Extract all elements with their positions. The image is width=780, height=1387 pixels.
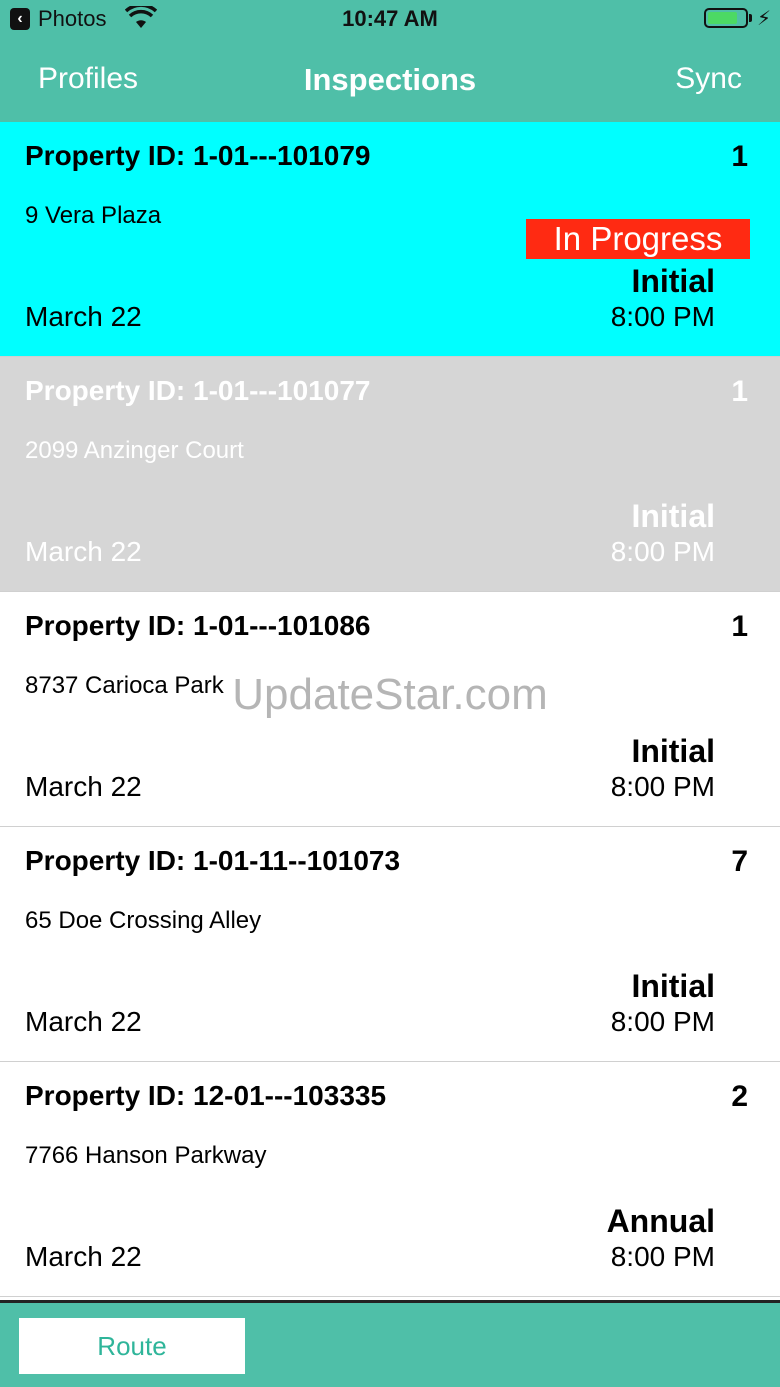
battery-icon (704, 8, 748, 28)
property-address: 9 Vera Plaza (25, 202, 162, 229)
page-title: Inspections (303, 62, 477, 97)
inspection-type: Initial (631, 263, 715, 299)
inspection-row[interactable]: Property ID: 1-01---101077 1 2099 Anzing… (0, 357, 780, 592)
inspection-time: 8:00 PM (610, 301, 715, 332)
item-count: 1 (731, 375, 748, 408)
charging-bolt-icon: ⚡ (757, 8, 772, 30)
inspection-date: March 22 (25, 536, 142, 567)
inspection-type: Initial (631, 968, 715, 1004)
status-time: 10:47 AM (342, 6, 438, 31)
inspection-type: Initial (631, 498, 715, 534)
property-id: Property ID: 1-01-11--101073 (25, 845, 401, 876)
inspection-date: March 22 (25, 301, 142, 332)
property-id: Property ID: 1-01---101077 (25, 375, 371, 406)
inspection-time: 8:00 PM (610, 771, 715, 802)
navigation-bar: Profiles Inspections Sync (0, 40, 780, 122)
inspection-time: 8:00 PM (610, 1006, 715, 1037)
bottom-toolbar: Route (0, 1300, 780, 1387)
inspection-time: 8:00 PM (610, 1241, 715, 1272)
route-button[interactable]: Route (19, 1318, 245, 1374)
item-count: 1 (731, 140, 748, 173)
status-badge: In Progress (526, 219, 750, 259)
sync-button[interactable]: Sync (675, 62, 742, 96)
watermark: UpdateStar.com (232, 670, 548, 719)
property-address: 2099 Anzinger Court (25, 437, 244, 464)
battery-tip (749, 14, 752, 22)
inspection-row[interactable]: Property ID: 1-01---101079 1 9 Vera Plaz… (0, 122, 780, 357)
inspection-date: March 22 (25, 771, 142, 802)
inspection-row[interactable]: Property ID: 12-01---103335 2 7766 Hanso… (0, 1062, 780, 1297)
item-count: 7 (731, 845, 748, 878)
property-id: Property ID: 1-01---101086 (25, 610, 371, 641)
inspection-date: March 22 (25, 1241, 142, 1272)
status-bar: ‹ Photos 10:47 AM ⚡ (0, 0, 780, 40)
inspection-row[interactable]: Property ID: 1-01-11--101073 7 65 Doe Cr… (0, 827, 780, 1062)
item-count: 2 (731, 1080, 748, 1113)
inspection-type: Annual (606, 1203, 715, 1239)
property-address: 7766 Hanson Parkway (25, 1142, 267, 1169)
inspection-type: Initial (631, 733, 715, 769)
property-id: Property ID: 12-01---103335 (25, 1080, 387, 1111)
property-id: Property ID: 1-01---101079 (25, 140, 371, 171)
property-address: 65 Doe Crossing Alley (25, 907, 262, 934)
battery-fill (708, 12, 737, 24)
inspection-time: 8:00 PM (610, 536, 715, 567)
item-count: 1 (731, 610, 748, 643)
inspection-date: March 22 (25, 1006, 142, 1037)
